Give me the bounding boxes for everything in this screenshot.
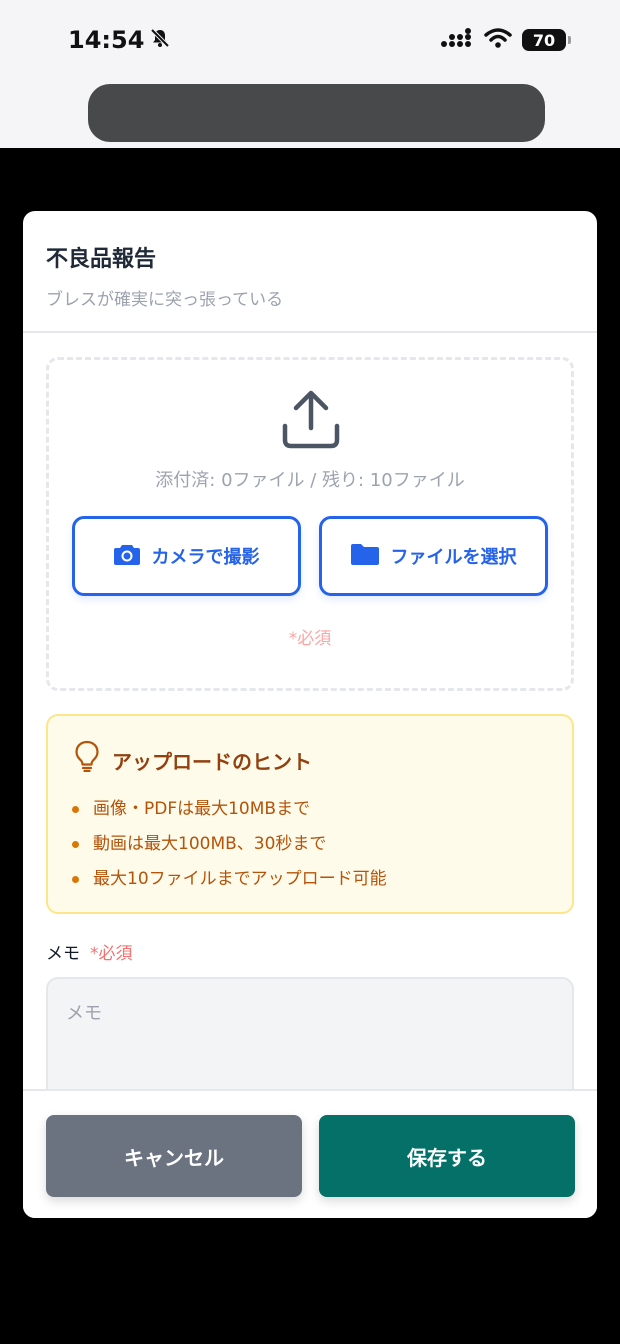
memo-required-marker: *必須 [90, 944, 133, 964]
status-time: 14:54 [68, 26, 145, 54]
wifi-icon [484, 28, 512, 52]
upload-dropzone[interactable]: 添付済: 0ファイル / 残り: 10ファイル カメラで撮影 ファイルを選択 *… [46, 357, 574, 691]
bell-slash-icon [150, 26, 170, 54]
battery-indicator: 70 [522, 29, 571, 51]
cancel-button[interactable]: キャンセル [46, 1115, 302, 1197]
modal-title: 不良品報告 [46, 247, 157, 272]
lightbulb-icon [74, 740, 100, 776]
hint-item: 動画は最大100MB、30秒まで [72, 831, 387, 866]
hint-item: 画像・PDFは最大10MBまで [72, 796, 387, 831]
camera-button[interactable]: カメラで撮影 [72, 516, 301, 596]
attachment-count: 添付済: 0ファイル / 残り: 10ファイル [155, 470, 465, 491]
hints-title: アップロードのヒント [112, 750, 312, 774]
address-bar[interactable] [88, 84, 545, 142]
select-file-button[interactable]: ファイルを選択 [319, 516, 548, 596]
hints-list: 画像・PDFは最大10MBまで 動画は最大100MB、30秒まで 最大10ファイ… [72, 796, 387, 901]
camera-icon [113, 543, 140, 570]
select-file-button-label: ファイルを選択 [390, 547, 517, 567]
upload-icon [281, 388, 341, 454]
modal-subtitle: ブレスが確実に突っ張っている [46, 290, 284, 310]
cellular-signal-icon [440, 28, 474, 52]
hint-item: 最大10ファイルまでアップロード可能 [72, 866, 387, 901]
modal-header: 不良品報告 ブレスが確実に突っ張っている [23, 211, 597, 333]
save-button[interactable]: 保存する [319, 1115, 575, 1197]
camera-button-label: カメラで撮影 [151, 547, 260, 567]
memo-label: メモ [46, 944, 80, 964]
memo-label-group: メモ *必須 [46, 939, 133, 964]
status-indicators: 70 [440, 28, 571, 52]
modal-footer: キャンセル 保存する [23, 1089, 597, 1218]
upload-required-note: *必須 [288, 629, 332, 649]
defect-report-modal: 不良品報告 ブレスが確実に突っ張っている 添付済: 0ファイル / 残り: 10… [23, 211, 597, 1218]
status-bar: 14:54 70 [0, 0, 620, 148]
folder-icon [350, 543, 379, 570]
upload-hints-box: アップロードのヒント 画像・PDFは最大10MBまで 動画は最大100MB、30… [46, 714, 574, 914]
status-time-group: 14:54 [68, 26, 170, 54]
